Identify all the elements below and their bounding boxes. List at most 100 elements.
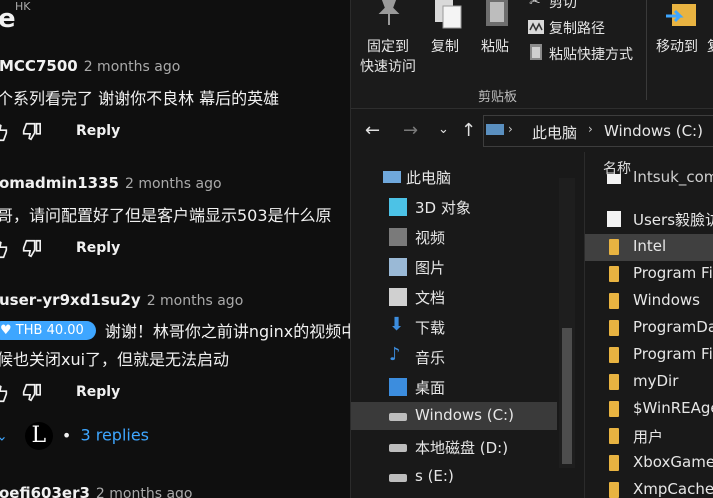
move-to-button[interactable]: 移动到: [656, 36, 698, 56]
comment-header: oefi603er3 2 months ago: [0, 483, 193, 498]
reply-button[interactable]: Reply: [76, 240, 120, 256]
file-row[interactable]: Intel: [585, 234, 713, 261]
dislike-icon[interactable]: [20, 121, 42, 143]
file-row[interactable]: XboxGames: [585, 450, 713, 477]
cut-icon: ✂: [529, 0, 541, 10]
file-row[interactable]: Program Fil: [585, 342, 713, 369]
nav-item[interactable]: 桌面: [351, 373, 557, 401]
download-icon: ⬇: [389, 314, 405, 335]
comment-text: 谢谢！林哥你之前讲nginx的视频中: [104, 322, 350, 341]
nav-item-label: Windows (C:): [415, 406, 514, 424]
cut-button[interactable]: 剪切: [549, 0, 577, 12]
nav-item[interactable]: 视频: [351, 223, 557, 251]
dislike-icon[interactable]: [20, 238, 42, 260]
forward-arrow-icon[interactable]: →: [403, 120, 418, 141]
file-name: Intsuk_com: [633, 168, 713, 186]
nav-item[interactable]: 图片: [351, 253, 557, 281]
like-icon[interactable]: [0, 382, 10, 404]
file-row[interactable]: Intsuk_com: [585, 168, 713, 203]
chevron-down-icon: ⌄: [0, 428, 8, 445]
comment-time: 2 months ago: [95, 486, 193, 498]
comment-author[interactable]: omadmin1335: [0, 174, 119, 192]
nav-item[interactable]: ♪ 音乐: [351, 343, 557, 371]
nav-item[interactable]: 本地磁盘 (D:): [351, 433, 557, 461]
folder-icon: [609, 401, 619, 417]
file-row[interactable]: XmpCache: [585, 477, 713, 498]
comment-author[interactable]: MCC7500: [0, 57, 78, 75]
nav-item-label: 下载: [415, 319, 446, 337]
copy-icon: [435, 0, 462, 29]
heart-icon: ♥: [0, 322, 12, 338]
copy-path-button[interactable]: 复制路径: [549, 18, 605, 38]
file-icon: [607, 211, 621, 227]
cube-icon: [389, 198, 407, 216]
file-name: Users毅臉访: [633, 211, 713, 229]
thanks-amount: THB 40.00: [15, 322, 84, 338]
comment-time: 2 months ago: [83, 59, 181, 75]
nav-item[interactable]: Windows (C:): [351, 402, 557, 430]
music-icon: ♪: [389, 344, 401, 365]
like-icon[interactable]: [0, 121, 10, 143]
file-row[interactable]: 用户: [585, 423, 713, 450]
file-name: 用户: [633, 428, 664, 446]
scrollbar-thumb[interactable]: [562, 328, 572, 464]
comment-first-line: ♥ THB 40.00 谢谢！林哥你之前讲nginx的视频中: [0, 318, 350, 342]
file-name: myDir: [633, 372, 679, 390]
back-arrow-icon[interactable]: ←: [365, 120, 380, 141]
breadcrumb-windows-c[interactable]: Windows (C:): [604, 122, 703, 140]
super-thanks-badge: ♥ THB 40.00: [0, 320, 96, 340]
file-name: Program Fil: [633, 345, 713, 363]
file-row[interactable]: myDir: [585, 369, 713, 396]
file-row[interactable]: ProgramDa: [585, 315, 713, 342]
pin-button-line2[interactable]: 快速访问: [360, 56, 416, 76]
dot-separator: •: [61, 425, 72, 445]
file-row[interactable]: Windows: [585, 288, 713, 315]
address-bar[interactable]: › 此电脑 › Windows (C:): [483, 115, 713, 147]
region-label: HK: [15, 0, 31, 13]
nav-item[interactable]: 文档: [351, 283, 557, 311]
move-to-icon: [666, 4, 696, 26]
up-arrow-icon[interactable]: ↑: [461, 120, 476, 141]
comment-author[interactable]: user-yr9xd1su2y: [0, 291, 141, 309]
recent-dropdown-icon[interactable]: ⌄: [438, 122, 449, 137]
file-name: XmpCache: [633, 480, 713, 498]
nav-item[interactable]: s (E:): [351, 463, 557, 491]
nav-item[interactable]: 3D 对象: [351, 193, 557, 221]
file-explorer-window: 固定到 快速访问 复制 粘贴 ✂ 剪切 复制路径 粘贴快捷方式 移动到 复 剪贴…: [350, 0, 713, 498]
chevron-right-icon: ›: [508, 122, 513, 136]
copy-to-button[interactable]: 复: [707, 36, 713, 56]
folder-icon: [609, 266, 619, 282]
pc-icon: [486, 124, 504, 135]
file-row[interactable]: Program Fil: [585, 261, 713, 288]
page-title-fragment: e: [0, 4, 16, 34]
reply-button[interactable]: Reply: [76, 123, 120, 139]
pin-button-line1[interactable]: 固定到: [367, 36, 409, 56]
replies-row[interactable]: ⌄ L • 3 replies: [0, 422, 149, 450]
file-row[interactable]: $WinREAge: [585, 396, 713, 423]
desktop-icon: [389, 378, 407, 396]
paste-shortcut-button[interactable]: 粘贴快捷方式: [549, 44, 633, 64]
folder-icon: [609, 482, 619, 498]
comment-author[interactable]: oefi603er3: [0, 484, 90, 498]
nav-item[interactable]: 此电脑: [351, 163, 557, 191]
nav-item[interactable]: ⬇ 下载: [351, 313, 557, 341]
paste-button[interactable]: 粘贴: [481, 36, 509, 56]
file-row[interactable]: Users毅臉访: [585, 206, 713, 233]
like-icon[interactable]: [0, 238, 10, 260]
file-name: $WinREAge: [633, 399, 713, 417]
nav-item-label: 此电脑: [406, 169, 452, 187]
dislike-icon[interactable]: [20, 382, 42, 404]
creator-avatar: L: [24, 422, 53, 450]
comment-header: omadmin1335 2 months ago: [0, 173, 222, 192]
folder-icon: [609, 239, 619, 255]
comment-text: 个系列看完了 谢谢你不良林 幕后的英雄: [0, 89, 280, 108]
nav-item-label: 桌面: [415, 379, 446, 397]
nav-scrollbar[interactable]: [559, 178, 575, 468]
copy-button[interactable]: 复制: [431, 36, 459, 56]
breadcrumb-this-pc[interactable]: 此电脑: [532, 122, 577, 143]
paste-shortcut-icon: [530, 44, 542, 60]
picture-icon: [389, 258, 407, 276]
reply-button[interactable]: Reply: [76, 384, 120, 400]
view-replies-link[interactable]: 3 replies: [80, 426, 149, 445]
folder-icon: [609, 293, 619, 309]
